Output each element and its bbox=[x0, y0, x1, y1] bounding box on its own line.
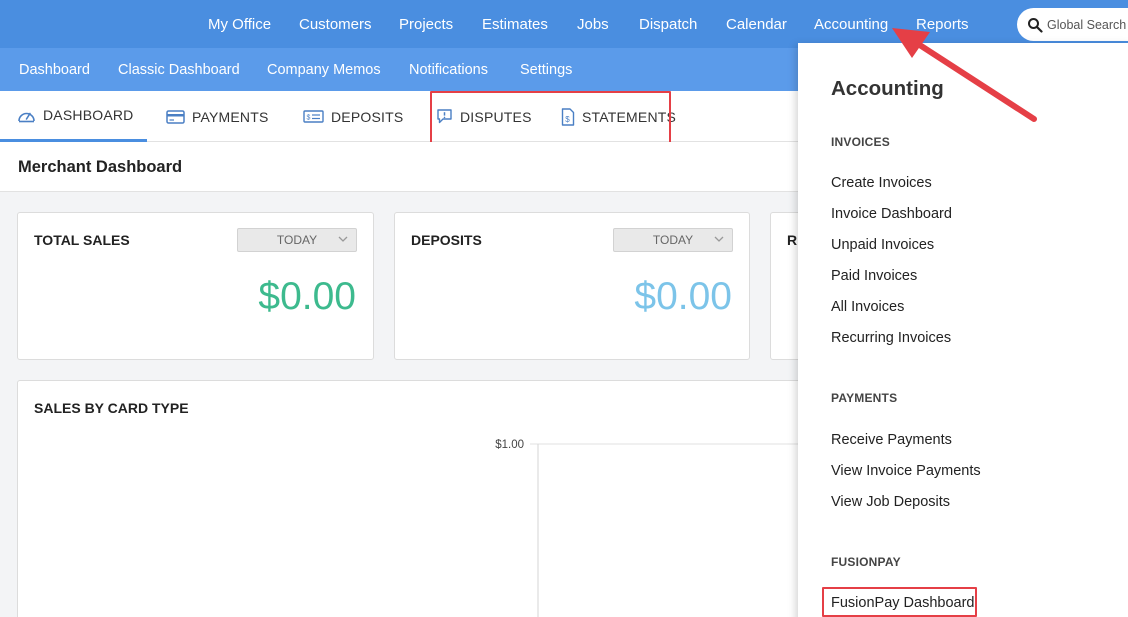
deposits-card: DEPOSITS TODAY $0.00 bbox=[394, 212, 750, 360]
total-sales-period-value: TODAY bbox=[276, 233, 318, 247]
fusionpay-dashboard-highlight-box bbox=[822, 587, 977, 617]
search-icon bbox=[1028, 18, 1043, 33]
deposits-period-value: TODAY bbox=[652, 233, 694, 247]
check-icon: $ bbox=[303, 110, 324, 123]
subnav-classic-dashboard[interactable]: Classic Dashboard bbox=[118, 62, 240, 78]
nav-jobs[interactable]: Jobs bbox=[577, 16, 609, 33]
total-sales-amount: $0.00 bbox=[258, 275, 356, 318]
menu-item-receive-payments[interactable]: Receive Payments bbox=[831, 432, 952, 448]
menu-item-create-invoices[interactable]: Create Invoices bbox=[831, 175, 932, 191]
deposits-amount: $0.00 bbox=[634, 275, 732, 318]
speedometer-icon bbox=[18, 112, 35, 122]
page-title: Merchant Dashboard bbox=[18, 158, 183, 176]
nav-accounting[interactable]: Accounting bbox=[814, 16, 888, 33]
tab-deposits[interactable]: $ Deposits bbox=[303, 91, 403, 142]
total-sales-card: TOTAL SALES TODAY $0.00 bbox=[17, 212, 374, 360]
nav-reports[interactable]: Reports bbox=[916, 16, 969, 33]
sales-by-card-type-chart: $1.00 bbox=[495, 439, 818, 617]
deposits-title: DEPOSITS bbox=[411, 232, 482, 248]
chevron-down-icon bbox=[714, 236, 724, 242]
nav-estimates[interactable]: Estimates bbox=[482, 16, 548, 33]
chart-y-tick-label: $1.00 bbox=[495, 439, 524, 451]
nav-dispatch[interactable]: Dispatch bbox=[639, 16, 697, 33]
tab-payments-label: Payments bbox=[192, 108, 269, 125]
menu-item-view-invoice-payments[interactable]: View Invoice Payments bbox=[831, 463, 981, 479]
menu-item-paid-invoices[interactable]: Paid Invoices bbox=[831, 268, 917, 284]
menu-section-fusionpay: FUSIONPAY bbox=[831, 555, 901, 569]
menu-item-view-job-deposits[interactable]: View Job Deposits bbox=[831, 494, 950, 510]
nav-customers[interactable]: Customers bbox=[299, 16, 372, 33]
tab-dashboard[interactable]: Dashboard bbox=[0, 91, 147, 142]
global-search-input[interactable] bbox=[1047, 16, 1128, 33]
chevron-down-icon bbox=[338, 236, 348, 242]
nav-my-office[interactable]: My Office bbox=[208, 16, 271, 33]
deposits-period-dropdown[interactable]: TODAY bbox=[613, 228, 733, 252]
menu-item-recurring-invoices[interactable]: Recurring Invoices bbox=[831, 330, 951, 346]
credit-card-icon bbox=[166, 109, 185, 124]
tab-deposits-label: Deposits bbox=[331, 108, 404, 125]
accounting-menu-title: Accounting bbox=[831, 77, 944, 100]
subnav-settings[interactable]: Settings bbox=[520, 62, 572, 78]
menu-item-invoice-dashboard[interactable]: Invoice Dashboard bbox=[831, 206, 952, 222]
disputes-statements-highlight-box bbox=[430, 91, 671, 145]
top-navigation-bar: My Office Customers Projects Estimates J… bbox=[0, 0, 1128, 48]
sales-by-card-type-panel: SALES BY CARD TYPE $1.00 bbox=[17, 380, 818, 617]
menu-item-all-invoices[interactable]: All Invoices bbox=[831, 299, 904, 315]
global-search[interactable] bbox=[1017, 8, 1128, 41]
accounting-dropdown-menu: Accounting INVOICES Create Invoices Invo… bbox=[798, 43, 1128, 617]
menu-section-invoices: INVOICES bbox=[831, 135, 890, 149]
total-sales-title: TOTAL SALES bbox=[34, 232, 130, 248]
tab-dashboard-label: Dashboard bbox=[43, 107, 134, 123]
third-card-title: R bbox=[787, 232, 798, 248]
subnav-notifications[interactable]: Notifications bbox=[409, 62, 488, 78]
subnav-company-memos[interactable]: Company Memos bbox=[267, 62, 381, 78]
menu-section-payments: PAYMENTS bbox=[831, 391, 898, 405]
menu-item-unpaid-invoices[interactable]: Unpaid Invoices bbox=[831, 237, 934, 253]
nav-calendar[interactable]: Calendar bbox=[726, 16, 787, 33]
nav-projects[interactable]: Projects bbox=[399, 16, 453, 33]
svg-text:$: $ bbox=[307, 115, 311, 122]
total-sales-period-dropdown[interactable]: TODAY bbox=[237, 228, 357, 252]
tab-payments[interactable]: Payments bbox=[166, 91, 269, 142]
subnav-dashboard[interactable]: Dashboard bbox=[19, 62, 90, 78]
